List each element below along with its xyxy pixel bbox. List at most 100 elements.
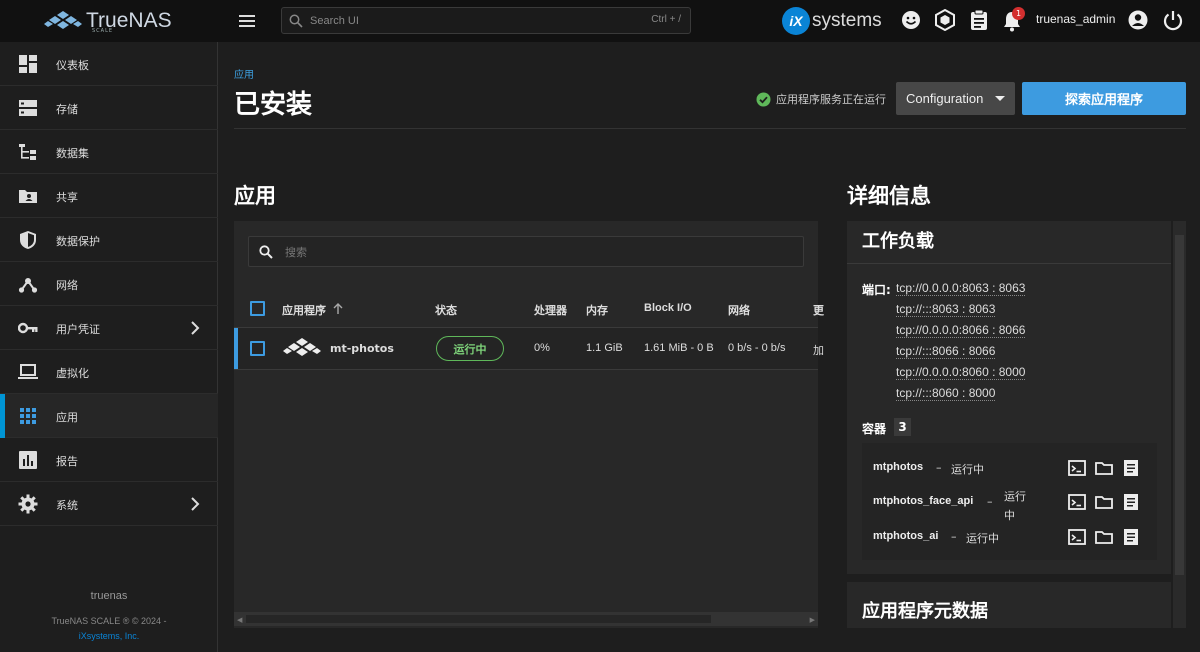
column-header-state[interactable]: 状态: [435, 302, 457, 318]
service-status-text: 应用程序服务正在运行: [776, 93, 886, 106]
sidebar-item-data-protection[interactable]: 数据保护: [0, 218, 218, 262]
column-header-network[interactable]: 网络: [728, 302, 750, 318]
feedback-smiley-icon[interactable]: [900, 9, 922, 31]
logs-icon[interactable]: [1121, 458, 1141, 478]
ixsystems-logo[interactable]: iX systems: [782, 6, 882, 36]
logs-icon[interactable]: [1121, 527, 1141, 547]
discover-apps-button[interactable]: 探索应用程序: [1022, 82, 1186, 115]
port-mapping[interactable]: tcp://:::8066 : 8066: [896, 344, 996, 359]
scrollbar-thumb[interactable]: [246, 615, 711, 623]
terminal-icon[interactable]: [1067, 458, 1087, 478]
sidebar-item-label: 数据保护: [56, 235, 100, 248]
chevron-right-icon: [191, 321, 200, 335]
jobs-clipboard-icon[interactable]: [968, 9, 990, 31]
global-search-input[interactable]: Search UI Ctrl + /: [281, 7, 691, 34]
sidebar: 仪表板 存储 数据集 共享 数据保护 网络 用户凭证 虚拟化 应用 报告 系统 …: [0, 42, 218, 652]
ports-label: 端口:: [862, 283, 891, 297]
containers-list: mtphotos – 运行中 mtphotos_face_api – 运行中 m…: [862, 443, 1157, 560]
column-header-block-io[interactable]: Block I/O: [644, 302, 692, 314]
workload-card: 工作负载 端口: tcp://0.0.0.0:8063 : 8063 tcp:/…: [847, 221, 1171, 574]
workload-title: 工作负载: [862, 231, 934, 252]
terminal-icon[interactable]: [1067, 492, 1087, 512]
network-icon: [18, 278, 38, 293]
service-status: 应用程序服务正在运行: [756, 91, 886, 107]
scrollbar-thumb[interactable]: [1175, 235, 1184, 575]
apps-search-input[interactable]: 搜索: [248, 236, 804, 267]
sidebar-item-virtualization[interactable]: 虚拟化: [0, 350, 218, 394]
scroll-left-icon[interactable]: ◀: [237, 616, 242, 624]
laptop-icon: [18, 364, 38, 379]
sidebar-item-label: 共享: [56, 191, 78, 204]
power-icon[interactable]: [1162, 9, 1184, 31]
select-all-checkbox[interactable]: [250, 301, 265, 316]
sidebar-item-label: 应用: [56, 411, 78, 424]
shield-icon: [20, 231, 36, 249]
column-header-memory[interactable]: 内存: [586, 302, 608, 318]
sidebar-item-reports[interactable]: 报告: [0, 438, 218, 482]
truenas-logo[interactable]: TrueNAS SCALE: [44, 6, 204, 36]
folder-icon[interactable]: [1094, 527, 1114, 547]
container-separator: –: [936, 461, 942, 474]
app-cpu: 0%: [534, 342, 550, 354]
sidebar-item-credentials[interactable]: 用户凭证: [0, 306, 218, 350]
breadcrumb[interactable]: 应用: [234, 66, 254, 81]
port-mapping[interactable]: tcp://0.0.0.0:8060 : 8000: [896, 365, 1026, 380]
app-name: mt-photos: [330, 342, 394, 355]
account-circle-icon[interactable]: [1127, 9, 1149, 31]
horizontal-scrollbar[interactable]: ◀ ▶: [234, 612, 818, 626]
port-mapping[interactable]: tcp://:::8063 : 8063: [896, 302, 996, 317]
container-state: 运行中: [966, 532, 999, 545]
sidebar-copyright: TrueNAS SCALE ® © 2024 -: [51, 616, 167, 626]
column-header-cpu[interactable]: 处理器: [534, 302, 567, 318]
dashboard-icon: [19, 55, 37, 73]
terminal-icon[interactable]: [1067, 527, 1087, 547]
row-checkbox[interactable]: [250, 341, 265, 356]
apps-table-card: 搜索 应用程序 状态 处理器 内存 Block I/O 网络 更 mt-phot…: [234, 221, 824, 628]
app-network: 0 b/s - 0 b/s: [728, 342, 786, 354]
list-item: mtphotos_face_api – 运行中: [862, 485, 1157, 522]
sidebar-item-network[interactable]: 网络: [0, 262, 218, 306]
details-section-title: 详细信息: [847, 184, 931, 208]
username-label[interactable]: truenas_admin: [1036, 12, 1115, 26]
port-mapping[interactable]: tcp://:::8060 : 8000: [896, 386, 996, 401]
sidebar-item-system[interactable]: 系统: [0, 482, 218, 526]
sidebar-item-storage[interactable]: 存储: [0, 86, 218, 130]
search-shortcut: Ctrl + /: [651, 14, 681, 25]
top-bar: TrueNAS SCALE Search UI Ctrl + / iX syst…: [0, 0, 1200, 42]
port-mapping[interactable]: tcp://0.0.0.0:8066 : 8066: [896, 323, 1026, 338]
column-header-app[interactable]: 应用程序: [282, 302, 326, 318]
vertical-scrollbar[interactable]: [1173, 221, 1186, 628]
container-name: mtphotos_ai: [873, 530, 939, 542]
sidebar-company-link[interactable]: iXsystems, Inc.: [0, 631, 218, 641]
search-icon: [289, 14, 303, 28]
sort-arrow-up-icon[interactable]: [333, 303, 343, 314]
container-name: mtphotos: [873, 461, 924, 473]
folder-icon[interactable]: [1094, 458, 1114, 478]
ix-mark: iX: [782, 7, 810, 35]
configuration-dropdown[interactable]: Configuration: [896, 82, 1015, 115]
sidebar-item-apps[interactable]: 应用: [0, 394, 218, 438]
scroll-right-icon[interactable]: ▶: [810, 616, 815, 624]
sidebar-item-label: 仪表板: [56, 59, 89, 72]
container-name: mtphotos_face_api: [873, 495, 974, 507]
folder-icon[interactable]: [1094, 492, 1114, 512]
list-item: mtphotos_ai – 运行中: [862, 520, 1157, 554]
list-item: mtphotos – 运行中: [862, 451, 1157, 485]
apps-table-header: 应用程序 状态 处理器 内存 Block I/O 网络 更: [234, 290, 824, 327]
menu-icon[interactable]: [238, 12, 256, 30]
container-separator: –: [951, 530, 957, 543]
sidebar-item-shares[interactable]: 共享: [0, 174, 218, 218]
truecommand-icon[interactable]: [934, 9, 956, 31]
table-row[interactable]: mt-photos 运行中 0% 1.1 GiB 1.61 MiB - 0 B …: [234, 327, 824, 370]
containers-count-badge: 3: [894, 418, 911, 436]
sidebar-item-datasets[interactable]: 数据集: [0, 130, 218, 174]
sidebar-item-dashboard[interactable]: 仪表板: [0, 42, 218, 86]
logs-icon[interactable]: [1121, 492, 1141, 512]
details-panel: 工作负载 端口: tcp://0.0.0.0:8063 : 8063 tcp:/…: [847, 221, 1186, 628]
sidebar-item-label: 虚拟化: [56, 367, 89, 380]
app-block-io: 1.61 MiB - 0 B: [644, 342, 714, 354]
check-circle-icon: [756, 92, 771, 106]
apps-section-title: 应用: [234, 184, 276, 208]
port-mapping[interactable]: tcp://0.0.0.0:8063 : 8063: [896, 281, 1026, 296]
column-header-update[interactable]: 更: [813, 302, 824, 318]
